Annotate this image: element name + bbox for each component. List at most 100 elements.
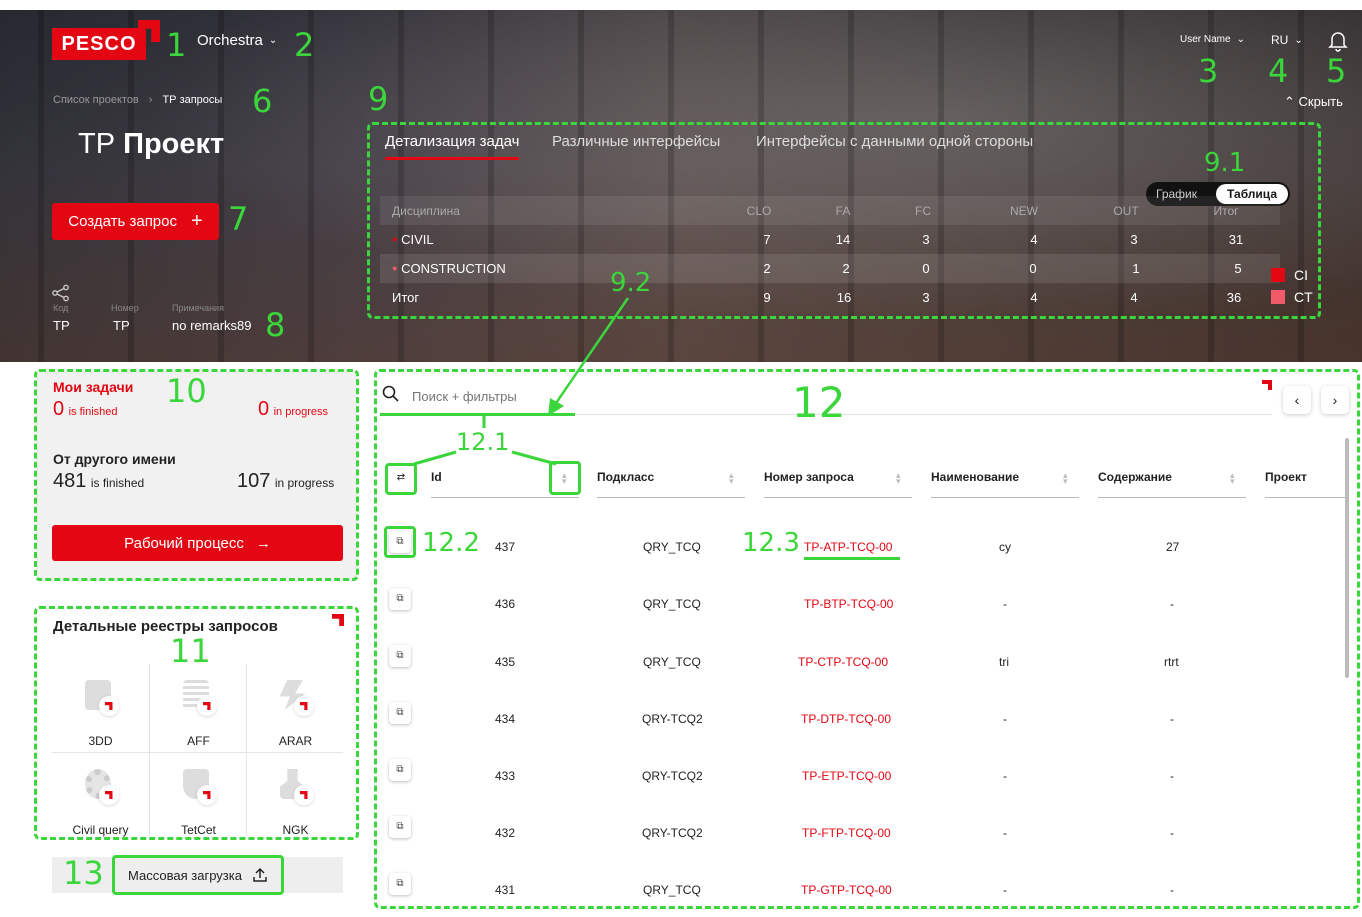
workflow-label: Рабочий процесс [124,534,244,552]
sort-icon[interactable]: ▴ ▾ [896,471,901,486]
hide-toggle[interactable]: ⌃ Скрыть [1284,94,1343,110]
pesco-logo[interactable]: PESCO [52,28,146,60]
meta-value-code: TP [53,318,70,333]
header-new: NEW [1010,203,1038,218]
breadcrumb-parent[interactable]: Список проектов [53,94,139,106]
search-icon[interactable] [382,385,400,403]
annotation-4: 4 [1268,52,1289,90]
tab-label: Детализация задач [385,133,520,150]
column-header-name[interactable]: Наименование [931,470,1019,484]
sort-icon[interactable]: ▴ ▾ [729,471,734,486]
request-link[interactable]: TP-ETP-TCQ-00 [802,769,891,783]
cell-content: - [1170,769,1174,783]
request-link[interactable]: TP-DTP-TCQ-00 [801,712,891,726]
column-header-subclass[interactable]: Подкласс [597,470,654,484]
cell-id: 433 [495,769,516,783]
share-icon[interactable] [52,284,70,302]
request-link[interactable]: TP-FTP-TCQ-00 [802,826,891,840]
annotation-6: 6 [252,82,273,120]
user-menu[interactable]: User Name ⌄ [1180,34,1245,45]
bulk-upload-button[interactable]: Массовая загрузка [112,855,284,895]
annotation-3: 3 [1198,52,1219,90]
cell: 16 [836,290,852,305]
register-tile-tetcet[interactable]: TetCet [150,753,247,841]
cell: 2 [842,261,850,276]
column-header-project[interactable]: Проект [1265,470,1307,484]
create-request-button[interactable]: Создать запрос + [52,203,219,240]
gear-icon [81,767,121,807]
header-fa: FA [835,203,851,218]
column-header-request-number[interactable]: Номер запроса [764,470,854,484]
open-row-icon[interactable]: ⧉ [389,873,411,895]
others-progress-count: 107 [237,470,271,492]
register-tile-civil-query[interactable]: Civil query [52,753,149,841]
summary-row-construction[interactable]: ● CONSTRUCTION 2 2 0 0 1 5 [380,254,1280,283]
annotation-7: 7 [228,200,249,238]
breadcrumb: Список проектов › ТР запросы [53,94,222,106]
tab-label: Интерфейсы с данными одной стороны [756,133,1034,150]
open-row-icon[interactable]: ⧉ [389,759,411,781]
summary-row-civil[interactable]: ● CIVIL 7 14 3 4 3 31 [380,225,1280,254]
hide-label: Скрыть [1298,94,1343,109]
cell-name: - [1003,597,1007,611]
annotation-12-2: 12.2 [422,528,480,558]
columns-settings-icon[interactable]: ⇄ [393,472,409,486]
app-switcher[interactable]: Orchestra ⌄ [197,32,277,49]
lightning-icon [276,678,316,718]
next-page-button[interactable]: › [1321,386,1349,414]
sort-icon[interactable]: ▴ ▾ [562,471,567,486]
request-link[interactable]: TP-CTP-TCQ-00 [798,655,888,669]
language-selector[interactable]: RU ⌄ [1271,33,1303,47]
cell: 3 [1130,232,1138,247]
chevron-down-icon: ⌄ [268,35,278,46]
open-row-icon[interactable]: ⧉ [389,816,411,838]
sort-icon[interactable]: ▴ ▾ [1230,471,1235,486]
search-input[interactable] [412,386,612,406]
tab-one-side-interfaces[interactable]: Интерфейсы с данными одной стороны [756,133,1033,150]
bell-icon[interactable] [1328,30,1348,52]
cell-name: cy [999,540,1011,554]
cell-subclass: QRY-TCQ2 [642,712,703,726]
column-header-id[interactable]: Id [431,470,442,484]
tile-label: 3DD [88,734,113,748]
sort-icon[interactable]: ▴ ▾ [1063,471,1068,486]
cell: 2 [763,261,771,276]
open-row-icon[interactable]: ⧉ [389,702,411,724]
open-row-icon[interactable]: ⧉ [389,588,411,610]
cell-content: rtrt [1164,655,1179,669]
column-underline [931,497,1079,498]
page-title: ТР Проект [78,128,224,161]
register-tile-aff[interactable]: AFF [150,664,247,752]
my-finished-count: 0 [53,398,65,420]
request-link[interactable]: TP-GTP-TCQ-00 [801,883,892,897]
cell: 5 [1234,261,1242,276]
arrow-right-icon: → [255,534,271,552]
column-header-content[interactable]: Содержание [1098,470,1172,484]
title-main: Проект [123,128,225,160]
cell-subclass: QRY_TCQ [643,540,701,554]
workflow-button[interactable]: Рабочий процесс → [52,525,343,561]
cell-content: - [1170,826,1174,840]
scrollbar-thumb[interactable] [1345,438,1349,678]
app-root: PESCO 1 Orchestra ⌄ 2 User Name ⌄ RU ⌄ 3 4 … [0,0,1362,917]
register-tile-arar[interactable]: ARAR [247,664,344,752]
tab-task-details[interactable]: Детализация задач [385,133,519,150]
open-row-icon[interactable]: ⧉ [389,645,411,667]
shield-icon [179,767,219,807]
cell-name: tri [999,655,1009,669]
prev-page-button[interactable]: ‹ [1283,386,1311,414]
cell: 0 [1029,261,1037,276]
request-link[interactable]: TP-BTP-TCQ-00 [804,597,893,611]
legend-label-ci: CI [1294,267,1308,283]
open-row-icon[interactable]: ⧉ [389,531,411,553]
chevron-up-icon: ⌃ [1284,94,1295,109]
register-tile-3dd[interactable]: 3DD [52,664,149,752]
annotation-12-3: 12.3 [742,528,800,558]
upload-icon [252,867,268,883]
tab-various-interfaces[interactable]: Различные интерфейсы [552,133,720,150]
bulk-upload-label: Массовая загрузка [128,867,242,883]
request-link[interactable]: TP-ATP-TCQ-00 [804,540,892,554]
cell-content: - [1170,597,1174,611]
register-tile-ngk[interactable]: NGK [247,753,344,841]
others-finished: 481 is finished [53,470,144,493]
